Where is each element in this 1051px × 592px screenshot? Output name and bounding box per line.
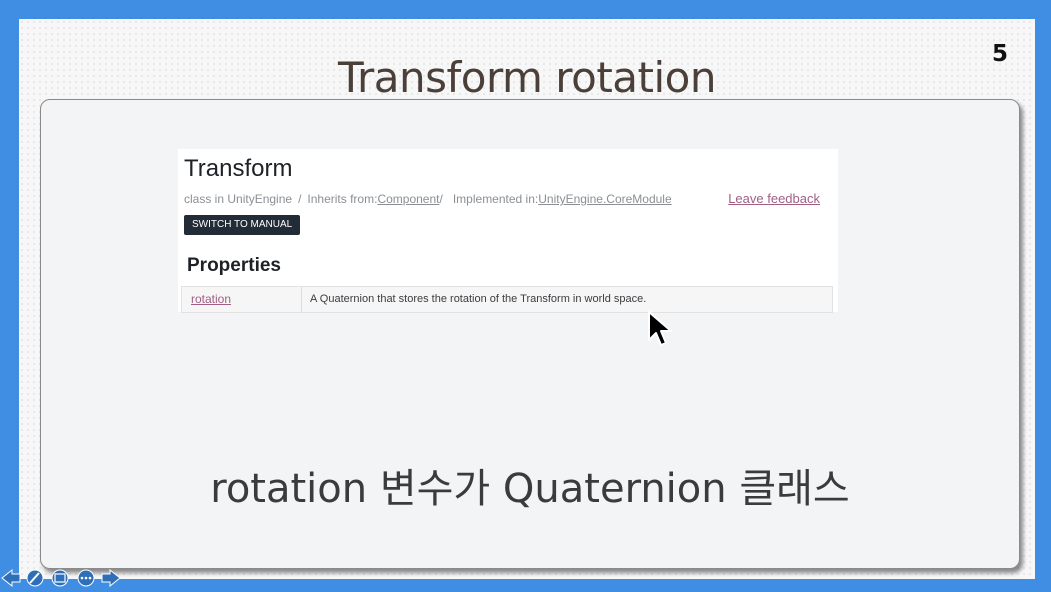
doc-title: Transform	[184, 155, 293, 182]
prev-arrow-icon[interactable]	[0, 568, 22, 592]
switch-to-manual-button[interactable]: SWITCH TO MANUAL	[184, 215, 301, 235]
leave-feedback-link[interactable]: Leave feedback	[728, 191, 820, 206]
slides-icon[interactable]	[48, 568, 72, 592]
class-in-text: class in UnityEngine	[184, 192, 293, 206]
implemented-link[interactable]: UnityEngine.CoreModule	[538, 192, 671, 206]
inherits-link[interactable]: Component	[377, 192, 439, 206]
mouse-pointer-icon	[648, 311, 672, 346]
slide-caption: rotation 변수가 Quaternion 클래스	[210, 466, 850, 512]
pen-icon[interactable]	[24, 568, 46, 592]
implemented-label: Implemented in:	[452, 192, 539, 206]
property-link-rotation[interactable]: rotation	[182, 287, 302, 312]
property-description: A Quaternion that stores the rotation of…	[310, 293, 647, 305]
slide: Transform rotation 5 Transform class in …	[19, 19, 1035, 579]
content-box: Transform class in UnityEngine / Inherits …	[40, 99, 1020, 569]
property-row: rotation A Quaternion that stores the ro…	[181, 286, 833, 313]
separator: /	[298, 192, 302, 206]
slide-number: 5	[991, 41, 1008, 67]
slideshow-nav	[0, 568, 122, 592]
inherits-trail: /	[439, 192, 443, 206]
doc-screenshot: Transform class in UnityEngine / Inherits …	[178, 149, 838, 313]
inherits-label: Inherits from:	[307, 192, 378, 206]
next-arrow-icon[interactable]	[100, 568, 122, 592]
slide-title: Transform rotation	[338, 53, 716, 102]
properties-heading: Properties	[187, 255, 281, 276]
more-icon[interactable]	[74, 568, 98, 592]
doc-meta: class in UnityEngine / Inherits from:Compo…	[184, 192, 672, 206]
